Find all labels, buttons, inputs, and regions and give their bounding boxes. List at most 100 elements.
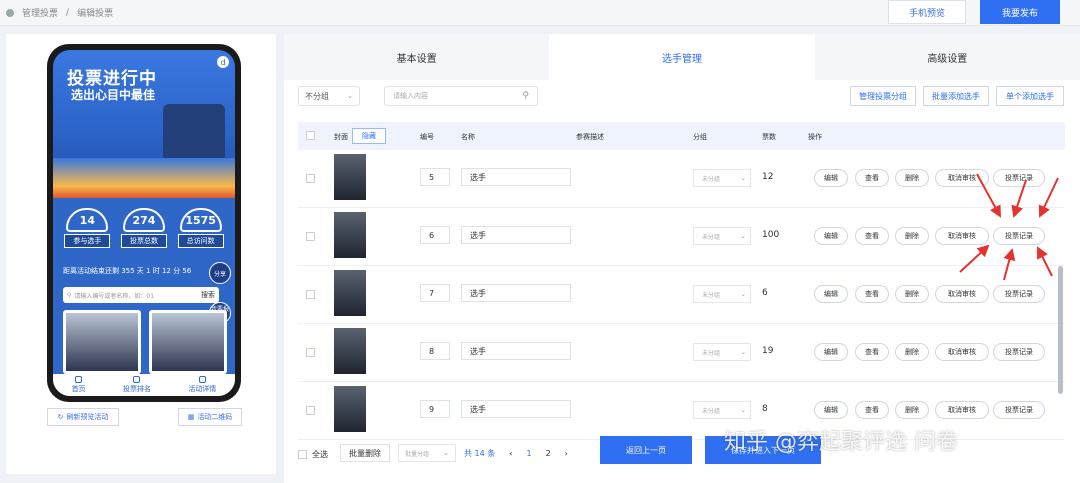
phone-tab-ranking[interactable]: 投票排名 xyxy=(123,376,151,394)
name-field[interactable]: 选手 xyxy=(461,284,571,302)
page-1[interactable]: 1 xyxy=(526,449,531,458)
view-button[interactable]: 查看 xyxy=(855,401,889,419)
share-button[interactable]: 分享 xyxy=(209,262,231,284)
group-select[interactable]: 未分组 ⌄ xyxy=(693,285,751,303)
bulk-group-select[interactable]: 批量分组 ⌄ xyxy=(398,444,456,462)
group-select[interactable]: 未分组 ⌄ xyxy=(693,169,751,187)
mobile-preview-button[interactable]: 手机预览 xyxy=(888,0,966,24)
number-field[interactable]: 8 xyxy=(420,342,450,360)
participant-thumbnail[interactable] xyxy=(334,154,366,200)
edit-button[interactable]: 编辑 xyxy=(814,285,848,303)
name-field[interactable]: 选手 xyxy=(461,168,571,186)
participant-thumbnail[interactable] xyxy=(334,386,366,432)
row-checkbox[interactable] xyxy=(306,290,315,299)
tab-advanced-settings[interactable]: 高级设置 xyxy=(815,34,1080,80)
stat-value: 274 xyxy=(122,208,165,232)
view-button[interactable]: 查看 xyxy=(855,227,889,245)
prev-page-icon[interactable]: ‹ xyxy=(509,449,512,458)
edit-button[interactable]: 编辑 xyxy=(814,343,848,361)
preview-panel: 投票进行中 选出心目中最佳 d 14 参与选手 274 投票总数 1575 总访… xyxy=(6,34,276,474)
row-checkbox[interactable] xyxy=(306,232,315,241)
candidate-photo xyxy=(66,313,138,371)
delete-button[interactable]: 删除 xyxy=(895,285,929,303)
phone-tab-home[interactable]: 首页 xyxy=(72,376,86,394)
vertical-scrollbar[interactable] xyxy=(1058,266,1063,394)
phone-tab-label: 投票排名 xyxy=(122,385,151,393)
cancel-review-button[interactable]: 取消审核 xyxy=(935,227,989,245)
stat-label: 参与选手 xyxy=(64,234,111,248)
participant-thumbnail[interactable] xyxy=(334,328,366,374)
search-icon[interactable]: ⚲ xyxy=(522,91,529,101)
phone-search-bar[interactable]: ⚲ 请输入编号或者名称，如：01 搜索 xyxy=(63,287,219,303)
number-field[interactable]: 5 xyxy=(420,168,450,186)
participant-thumbnail[interactable] xyxy=(334,270,366,316)
qrcode-label: 活动二维码 xyxy=(197,413,233,421)
candidate-card[interactable] xyxy=(149,310,227,374)
row-checkbox[interactable] xyxy=(306,174,315,183)
name-field[interactable]: 选手 xyxy=(461,226,571,244)
refresh-preview-button[interactable]: ↻ 刷新预览活动 xyxy=(47,408,119,426)
edit-button[interactable]: 编辑 xyxy=(814,227,848,245)
back-icon[interactable] xyxy=(6,8,14,17)
info-icon[interactable]: d xyxy=(217,56,229,68)
bulk-delete-button[interactable]: 批量删除 xyxy=(340,444,390,462)
row-checkbox[interactable] xyxy=(306,406,315,415)
view-button[interactable]: 查看 xyxy=(855,343,889,361)
select-all-label: 全选 xyxy=(312,450,328,459)
phone-tab-details[interactable]: 活动详情 xyxy=(188,376,216,394)
back-previous-button[interactable]: 返回上一页 xyxy=(600,436,692,464)
delete-button[interactable]: 删除 xyxy=(895,401,929,419)
delete-button[interactable]: 删除 xyxy=(895,343,929,361)
tab-participant-management[interactable]: 选手管理 xyxy=(549,34,815,80)
cancel-review-button[interactable]: 取消审核 xyxy=(935,401,989,419)
next-page-icon[interactable]: › xyxy=(565,449,568,458)
number-field[interactable]: 9 xyxy=(420,400,450,418)
tab-basic-settings[interactable]: 基本设置 xyxy=(284,34,549,80)
phone-search-button[interactable]: 搜索 xyxy=(201,290,215,300)
group-filter-select[interactable]: 不分组 ⌄ xyxy=(298,86,360,106)
manage-groups-button[interactable]: 管理投票分组 xyxy=(850,86,916,106)
group-select[interactable]: 未分组 ⌄ xyxy=(693,343,751,361)
vote-records-button[interactable]: 投票记录 xyxy=(993,227,1045,245)
qrcode-button[interactable]: ▦ 活动二维码 xyxy=(178,408,242,426)
select-all[interactable]: 全选 xyxy=(298,449,328,460)
edit-button[interactable]: 编辑 xyxy=(814,401,848,419)
edit-button[interactable]: 编辑 xyxy=(814,169,848,187)
stat-total-visits: 1575 总访问数 xyxy=(177,200,224,260)
select-all-checkbox[interactable] xyxy=(298,450,307,459)
row-checkbox[interactable] xyxy=(306,348,315,357)
header-hide-toggle[interactable]: 隐藏 xyxy=(352,128,386,144)
vote-records-button[interactable]: 投票记录 xyxy=(993,285,1045,303)
qrcode-icon: ▦ xyxy=(187,413,195,421)
name-field[interactable]: 选手 xyxy=(461,342,571,360)
vote-records-button[interactable]: 投票记录 xyxy=(993,343,1045,361)
bulk-add-button[interactable]: 批量添加选手 xyxy=(923,86,989,106)
breadcrumb-manage-votes[interactable]: 管理投票 xyxy=(22,6,58,19)
group-select[interactable]: 未分组 ⌄ xyxy=(693,227,751,245)
group-select-value: 未分组 xyxy=(702,407,721,415)
number-field[interactable]: 6 xyxy=(420,226,450,244)
page-2[interactable]: 2 xyxy=(546,449,551,458)
single-add-button[interactable]: 单个添加选手 xyxy=(996,86,1064,106)
watermark-text: 知乎 @弈起聚评选 问卷 xyxy=(724,430,958,455)
name-field[interactable]: 选手 xyxy=(461,400,571,418)
cancel-review-button[interactable]: 取消审核 xyxy=(935,285,989,303)
participant-thumbnail[interactable] xyxy=(334,212,366,258)
cancel-review-button[interactable]: 取消审核 xyxy=(935,169,989,187)
view-button[interactable]: 查看 xyxy=(855,169,889,187)
vote-records-button[interactable]: 投票记录 xyxy=(993,401,1045,419)
candidate-card[interactable] xyxy=(63,310,141,374)
header-number: 编号 xyxy=(420,133,434,141)
number-field[interactable]: 7 xyxy=(420,284,450,302)
delete-button[interactable]: 删除 xyxy=(895,227,929,245)
cancel-review-button[interactable]: 取消审核 xyxy=(935,343,989,361)
header-checkbox[interactable] xyxy=(306,131,315,140)
vote-records-button[interactable]: 投票记录 xyxy=(993,169,1045,187)
publish-button[interactable]: 我要发布 xyxy=(980,0,1060,24)
group-select[interactable]: 未分组 ⌄ xyxy=(693,401,751,419)
search-input[interactable]: 请输入内容 ⚲ xyxy=(384,86,538,106)
view-button[interactable]: 查看 xyxy=(855,285,889,303)
breadcrumb-separator: / xyxy=(66,7,70,18)
delete-button[interactable]: 删除 xyxy=(895,169,929,187)
search-placeholder: 请输入内容 xyxy=(393,92,428,100)
